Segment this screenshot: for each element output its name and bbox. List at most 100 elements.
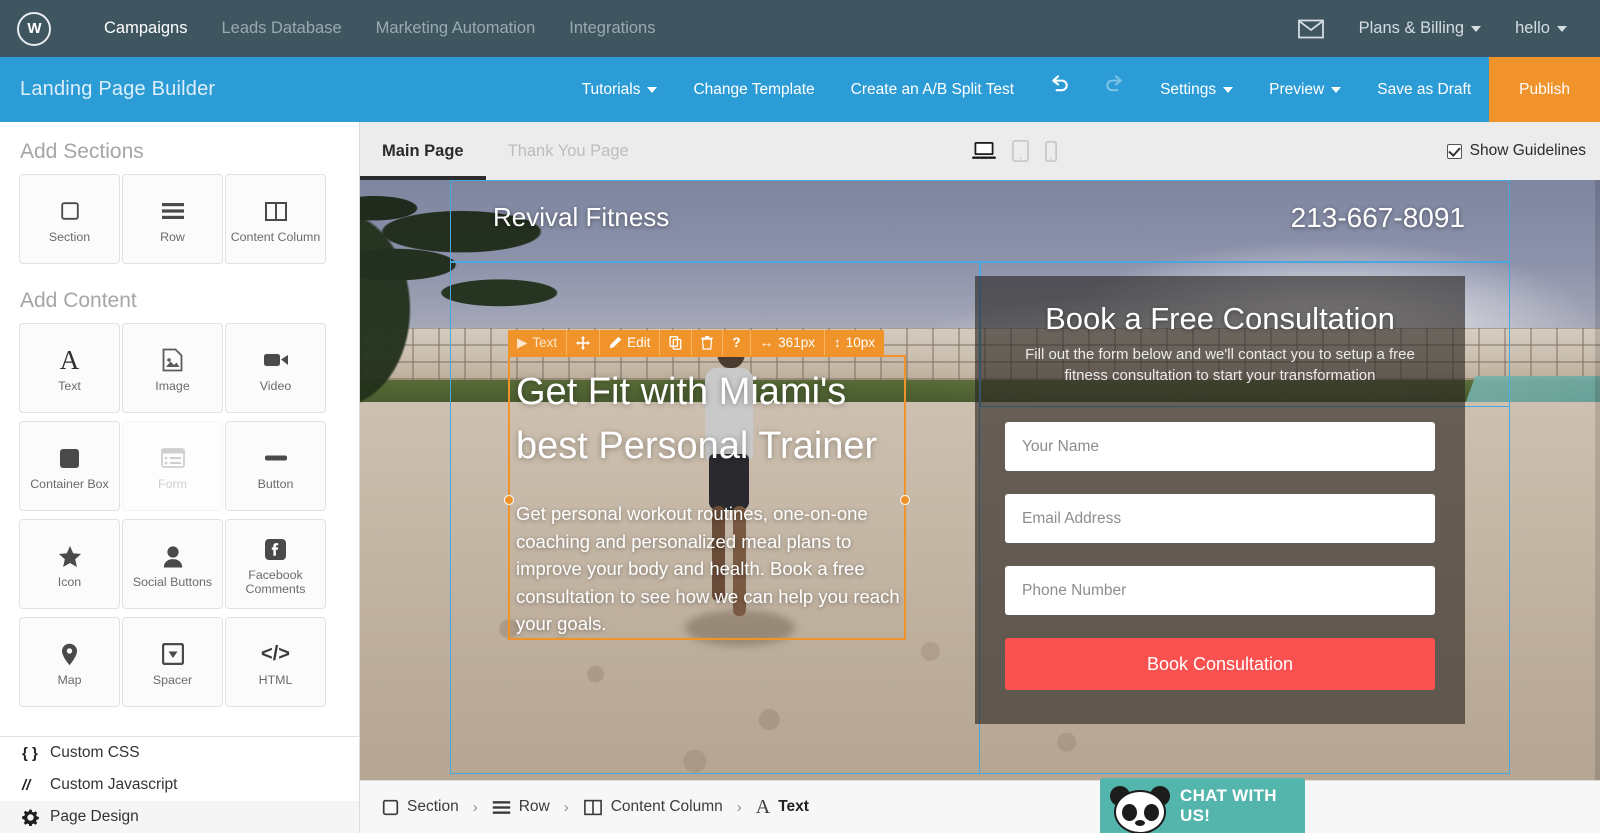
chevron-down-icon bbox=[647, 86, 658, 93]
page-title: Landing Page Builder bbox=[20, 78, 216, 100]
sidebar-item-page-design[interactable]: Page Design bbox=[0, 801, 359, 833]
tile-html[interactable]: </> HTML bbox=[225, 617, 326, 707]
breadcrumb-separator: › bbox=[736, 798, 742, 816]
device-preview-switcher bbox=[972, 140, 1057, 162]
question-mark-icon[interactable]: ? bbox=[723, 330, 751, 355]
plans-billing-label: Plans & Billing bbox=[1358, 19, 1465, 37]
canvas-scrollbar[interactable] bbox=[1595, 180, 1600, 780]
breadcrumb-item-section[interactable]: Section bbox=[382, 798, 459, 816]
show-guidelines-toggle[interactable]: Show Guidelines bbox=[1446, 142, 1600, 160]
email-input[interactable] bbox=[1005, 494, 1435, 543]
change-template-button[interactable]: Change Template bbox=[675, 57, 832, 122]
sidebar-item-label: Custom CSS bbox=[50, 744, 140, 761]
mobile-icon[interactable] bbox=[1045, 140, 1057, 162]
envelope-icon[interactable] bbox=[1280, 19, 1342, 39]
tile-label: Facebook Comments bbox=[245, 568, 306, 596]
facebook-icon bbox=[265, 532, 286, 566]
ab-split-test-button[interactable]: Create an A/B Split Test bbox=[833, 57, 1032, 122]
move-arrows-icon[interactable] bbox=[567, 330, 601, 355]
book-consultation-button[interactable]: Book Consultation bbox=[1005, 638, 1435, 690]
app-logo[interactable]: W bbox=[17, 11, 51, 46]
breadcrumb-item-row[interactable]: Row bbox=[492, 798, 550, 816]
breadcrumb: Section › Row › Content Column › A Text bbox=[360, 780, 1600, 833]
duplicate-icon[interactable] bbox=[660, 330, 693, 355]
plans-billing-menu[interactable]: Plans & Billing bbox=[1342, 0, 1498, 57]
chat-widget-label: CHAT WITH US! bbox=[1180, 785, 1277, 825]
phone-input[interactable] bbox=[1005, 566, 1435, 615]
tile-video[interactable]: Video bbox=[225, 323, 326, 413]
form-subtitle[interactable]: Fill out the form below and we'll contac… bbox=[1009, 344, 1431, 386]
undo-icon[interactable] bbox=[1032, 57, 1087, 122]
sidebar-item-custom-css[interactable]: { } Custom CSS bbox=[0, 737, 359, 769]
selected-text-element[interactable]: Get Fit with Miami's best Personal Train… bbox=[504, 355, 910, 640]
hero-heading[interactable]: Get Fit with Miami's best Personal Train… bbox=[516, 365, 906, 473]
form-title[interactable]: Book a Free Consultation bbox=[975, 301, 1465, 337]
landing-phone-text[interactable]: 213-667-8091 bbox=[1291, 202, 1465, 234]
breadcrumb-item-text[interactable]: A Text bbox=[756, 796, 809, 819]
tile-text[interactable]: A Text bbox=[19, 323, 120, 413]
tile-label: Button bbox=[257, 477, 294, 491]
element-toolbar: ▶ Text Edit ? ↔ 361px ↕ 10px bbox=[508, 330, 884, 355]
save-as-draft-button[interactable]: Save as Draft bbox=[1359, 57, 1489, 122]
tile-form: Form bbox=[122, 421, 223, 511]
settings-label: Settings bbox=[1160, 81, 1217, 98]
left-sidebar: Add Sections Section Row Content Column … bbox=[0, 122, 360, 833]
tile-icon[interactable]: Icon bbox=[19, 519, 120, 609]
nav-item-leads-database[interactable]: Leads Database bbox=[204, 0, 358, 57]
chat-widget[interactable]: CHAT WITH US! bbox=[1100, 778, 1305, 833]
tab-main-page[interactable]: Main Page bbox=[360, 122, 486, 180]
tile-spacer[interactable]: Spacer bbox=[122, 617, 223, 707]
show-guidelines-checkbox[interactable] bbox=[1446, 143, 1462, 159]
hero-paragraph[interactable]: Get personal workout routines, one-on-on… bbox=[516, 500, 904, 638]
resize-handle-right[interactable] bbox=[900, 495, 910, 505]
tablet-icon[interactable] bbox=[1012, 140, 1029, 162]
tile-section[interactable]: Section bbox=[19, 174, 120, 264]
breadcrumb-separator: › bbox=[472, 798, 478, 816]
nav-item-campaigns[interactable]: Campaigns bbox=[87, 0, 204, 57]
tile-image[interactable]: Image bbox=[122, 323, 223, 413]
app-logo-letter: W bbox=[27, 20, 41, 37]
nav-item-marketing-automation[interactable]: Marketing Automation bbox=[359, 0, 553, 57]
square-outline-icon bbox=[59, 194, 81, 228]
tile-facebook-comments[interactable]: Facebook Comments bbox=[225, 519, 326, 609]
sidebar-item-label: Page Design bbox=[50, 808, 139, 825]
breadcrumb-item-content-column[interactable]: Content Column bbox=[583, 798, 723, 816]
chevron-down-icon bbox=[1557, 25, 1567, 32]
page-canvas[interactable]: Revival Fitness 213-667-8091 ▶ Text Edit… bbox=[360, 180, 1600, 780]
tutorials-menu[interactable]: Tutorials bbox=[564, 57, 676, 122]
top-nav-links: Campaigns Leads Database Marketing Autom… bbox=[87, 0, 672, 57]
tab-thank-you-page[interactable]: Thank You Page bbox=[486, 122, 651, 180]
element-type-label: Text bbox=[532, 335, 558, 350]
desktop-icon[interactable] bbox=[972, 141, 996, 161]
tile-social-buttons[interactable]: Social Buttons bbox=[122, 519, 223, 609]
tile-button[interactable]: Button bbox=[225, 421, 326, 511]
preview-label: Preview bbox=[1269, 81, 1325, 98]
trash-icon[interactable] bbox=[692, 330, 724, 355]
text-a-icon: A bbox=[59, 344, 80, 375]
consultation-form-card[interactable]: Book a Free Consultation Fill out the fo… bbox=[975, 276, 1465, 724]
settings-menu[interactable]: Settings bbox=[1142, 57, 1251, 122]
sidebar-item-label: Custom Javascript bbox=[50, 776, 178, 793]
account-menu[interactable]: hello bbox=[1498, 0, 1584, 57]
name-input[interactable] bbox=[1005, 422, 1435, 471]
publish-button[interactable]: Publish bbox=[1489, 57, 1600, 122]
image-icon bbox=[162, 343, 183, 377]
tile-container-box[interactable]: Container Box bbox=[19, 421, 120, 511]
columns-icon bbox=[264, 194, 288, 228]
sidebar-item-custom-javascript[interactable]: // Custom Javascript bbox=[0, 769, 359, 801]
nav-item-integrations[interactable]: Integrations bbox=[552, 0, 672, 57]
tile-content-column[interactable]: Content Column bbox=[225, 174, 326, 264]
redo-icon[interactable] bbox=[1087, 57, 1142, 122]
preview-menu[interactable]: Preview bbox=[1251, 57, 1359, 122]
tutorials-label: Tutorials bbox=[581, 81, 641, 98]
breadcrumb-label: Row bbox=[518, 798, 550, 815]
landing-brand-text[interactable]: Revival Fitness bbox=[493, 202, 669, 233]
chevron-down-icon bbox=[1331, 86, 1342, 93]
resize-handle-left[interactable] bbox=[504, 495, 514, 505]
element-type-chip[interactable]: ▶ Text bbox=[508, 330, 568, 355]
arrows-vertical-icon: ↕ bbox=[833, 335, 841, 350]
edit-button[interactable]: Edit bbox=[600, 330, 661, 355]
tile-map[interactable]: Map bbox=[19, 617, 120, 707]
tile-row[interactable]: Row bbox=[122, 174, 223, 264]
chevron-down-icon bbox=[1223, 86, 1234, 93]
